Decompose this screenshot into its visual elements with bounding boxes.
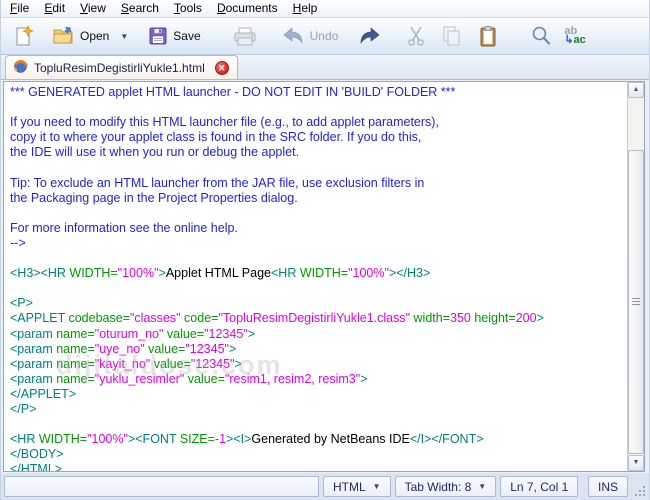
tab-close-icon[interactable]: ✕ <box>214 60 229 75</box>
redo-button[interactable] <box>355 24 385 48</box>
replace-button[interactable]: ab ↳ac <box>561 25 588 47</box>
syntax-mode-label: HTML <box>333 479 366 494</box>
chevron-down-icon: ▼ <box>120 31 129 41</box>
code-line: </HTML> <box>10 462 63 471</box>
code-line: <param name="oturum_no" value="12345"> <box>10 326 256 341</box>
open-button[interactable]: Open <box>49 24 112 48</box>
open-folder-icon <box>52 26 75 46</box>
open-dropdown-button[interactable]: ▼ <box>112 30 131 43</box>
save-floppy-icon <box>148 26 168 46</box>
code-line: --> <box>10 235 26 250</box>
menu-item-help[interactable]: Help <box>286 0 326 17</box>
window-resize-grip[interactable] <box>632 483 646 497</box>
menu-item-documents[interactable]: Documents <box>210 0 286 17</box>
undo-button[interactable]: Undo <box>278 24 342 48</box>
undo-arrow-icon <box>281 26 305 46</box>
undo-button-label: Undo <box>309 29 339 43</box>
code-line: <P> <box>10 296 33 311</box>
code-line: Tip: To exclude an HTML launcher from th… <box>10 175 425 190</box>
scrollbar-thumb[interactable] <box>628 150 644 454</box>
menu-item-search[interactable]: Search <box>114 0 167 17</box>
copy-button[interactable] <box>437 23 465 49</box>
status-bar: HTML ▼ Tab Width: 8 ▼ Ln 7, Col 1 INS <box>1 473 649 500</box>
chevron-down-icon: ▼ <box>372 482 381 491</box>
scrollbar-track[interactable] <box>628 98 644 455</box>
code-line: *** GENERATED applet HTML launcher - DO … <box>10 85 456 99</box>
tab-bar: TopluResimDegistirliYukle1.html ✕ <box>1 55 649 80</box>
scissors-icon <box>406 25 426 47</box>
vertical-scrollbar[interactable]: ▲ ▼ <box>627 82 644 471</box>
status-message-panel <box>4 476 319 497</box>
print-button[interactable] <box>230 24 260 49</box>
open-button-label: Open <box>80 29 110 43</box>
code-line: </APPLET> <box>10 386 77 401</box>
redo-arrow-icon <box>358 26 382 46</box>
tab-title: TopluResimDegistirliYukle1.html <box>34 61 205 75</box>
save-button[interactable]: Save <box>145 24 203 48</box>
menu-item-edit[interactable]: Edit <box>37 0 73 17</box>
editor: *** GENERATED applet HTML launcher - DO … <box>3 81 645 472</box>
insert-mode-indicator: INS <box>587 476 628 497</box>
paste-clipboard-icon <box>478 25 498 47</box>
menu-item-file[interactable]: File <box>3 0 37 17</box>
tab-topluresimdegistirliyukle1[interactable]: TopluResimDegistirliYukle1.html ✕ <box>5 55 238 79</box>
code-line: For more information see the online help… <box>10 220 238 235</box>
new-file-button[interactable] <box>9 23 37 49</box>
editor-window: File Edit View Search Tools Documents Help Ope… <box>0 0 650 500</box>
code-line: <param name="uye_no" value="12345"> <box>10 341 237 356</box>
tab-width-label: Tab Width: 8 <box>404 479 472 494</box>
code-line: <HR WIDTH="100%"><FONT SIZE=-1><I>Genera… <box>10 432 484 447</box>
scroll-down-button[interactable]: ▼ <box>628 455 644 471</box>
editor-content[interactable]: *** GENERATED applet HTML launcher - DO … <box>4 82 627 471</box>
scrollbar-grip <box>632 298 640 306</box>
code-line: <H3><HR WIDTH="100%">Applet HTML Page<HR… <box>10 266 431 281</box>
menu-bar: File Edit View Search Tools Documents Help <box>1 0 649 18</box>
code-line: If you need to modify this HTML launcher… <box>10 115 439 130</box>
cut-button[interactable] <box>403 23 429 49</box>
menu-item-tools[interactable]: Tools <box>167 0 210 17</box>
syntax-mode-dropdown[interactable]: HTML ▼ <box>323 476 391 497</box>
search-magnifier-icon <box>530 25 552 47</box>
scroll-up-button[interactable]: ▲ <box>628 82 644 98</box>
toolbar: Open ▼ Save Undo ab ↳ac <box>1 18 649 55</box>
cursor-position-indicator: Ln 7, Col 1 <box>500 476 579 497</box>
file-type-firefox-icon <box>13 59 28 77</box>
replace-ab-ac-icon: ab ↳ac <box>564 25 586 46</box>
code-line: </BODY> <box>10 447 64 462</box>
save-button-label: Save <box>173 29 201 43</box>
code-line: the IDE will use it when you run or debu… <box>10 145 300 160</box>
code-line: <param name="kayit_no" value="12345"> <box>10 356 242 371</box>
new-file-icon <box>12 25 34 47</box>
find-button[interactable] <box>527 23 555 49</box>
code-line: </P> <box>10 401 37 416</box>
code-line: the Packaging page in the Project Proper… <box>10 190 298 205</box>
chevron-down-icon: ▼ <box>478 482 487 491</box>
printer-icon <box>233 26 257 47</box>
tab-width-dropdown[interactable]: Tab Width: 8 ▼ <box>394 476 497 497</box>
menu-item-view[interactable]: View <box>73 0 114 17</box>
code-line: copy it to where your applet class is fo… <box>10 130 422 145</box>
code-line: <param name="yuklu_resimler" value="resi… <box>10 371 368 386</box>
code-line: <APPLET codebase="classes" code="TopluRe… <box>10 311 544 326</box>
paste-button[interactable] <box>475 23 501 49</box>
copy-pages-icon <box>440 25 462 47</box>
